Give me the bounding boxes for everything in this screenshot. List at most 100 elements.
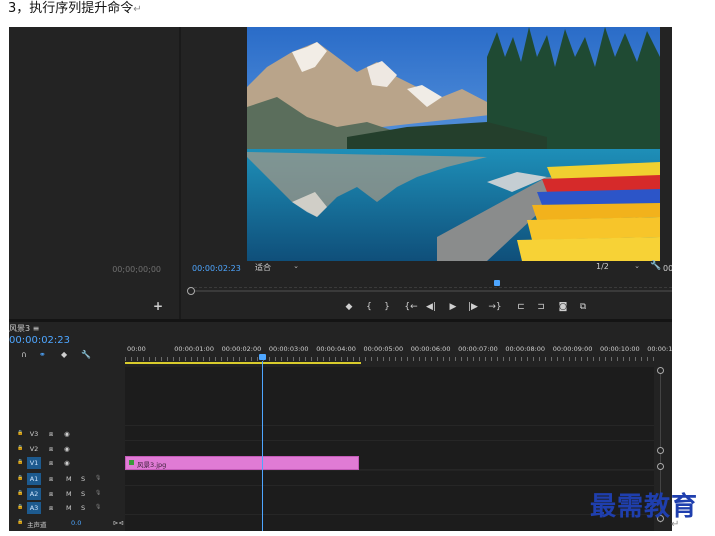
ruler-label: 00:00:02:00 <box>221 345 262 353</box>
timeline-clip[interactable]: 风景3.jpg <box>125 456 359 470</box>
premiere-window: 00;00;00;00 + 00:00:02:23 适合 ⌄ 1/2 ⌄ 🔧 0… <box>9 27 672 531</box>
lock-icon[interactable]: 🔒 <box>17 475 23 481</box>
lock-icon[interactable]: 🔒 <box>17 490 23 496</box>
track-target-a3[interactable]: A3 <box>27 502 41 514</box>
track-target-a1[interactable]: A1 <box>27 473 41 485</box>
sync-lock-icon[interactable]: ⧈ <box>49 430 53 439</box>
mute-button[interactable]: M <box>66 475 72 483</box>
lock-icon[interactable]: 🔒 <box>17 430 23 436</box>
mute-button[interactable]: M <box>66 504 72 512</box>
mark-in-button[interactable]: { <box>361 300 377 314</box>
source-timecode: 00;00;00;00 <box>112 265 161 274</box>
ruler-label: 00:00:07:00 <box>458 345 498 353</box>
program-zoom-scrollbar[interactable] <box>189 290 672 292</box>
timeline-playhead-handle[interactable] <box>259 354 266 360</box>
track-lane-a1[interactable] <box>125 471 654 486</box>
add-marker-button[interactable]: ◆ <box>341 300 357 314</box>
add-button[interactable]: + <box>153 299 163 313</box>
eye-icon[interactable]: ◉ <box>64 445 70 453</box>
lift-button[interactable]: ⊏ <box>513 300 529 314</box>
empty-lane <box>125 367 654 426</box>
track-header-a3[interactable]: 🔒 A3 ⧈ M S 🎙 <box>9 501 123 515</box>
lock-icon[interactable]: 🔒 <box>17 445 23 451</box>
solo-button[interactable]: S <box>81 475 85 483</box>
return-mark: ↵ <box>133 4 142 15</box>
track-lane-v3[interactable] <box>125 426 654 441</box>
timeline-timecode[interactable]: 00:00:02:23 <box>9 335 70 346</box>
export-frame-button[interactable]: ◙ <box>555 300 571 314</box>
scroll-handle-top[interactable] <box>657 367 664 374</box>
step-forward-button[interactable]: |▶ <box>465 300 481 314</box>
sync-lock-icon[interactable]: ⧈ <box>49 459 53 468</box>
clip-label: 风景3.jpg <box>137 461 167 469</box>
timeline-ruler[interactable]: 00:00 00:00:01:00 00:00:02:00 00:00:03:00 00… <box>125 340 672 366</box>
mute-button[interactable]: M <box>66 490 72 498</box>
work-area-bar[interactable] <box>125 362 361 364</box>
wrench-icon[interactable]: 🔧 <box>81 350 91 359</box>
lock-icon[interactable]: 🔒 <box>17 504 23 510</box>
sync-lock-icon[interactable]: ⧈ <box>49 475 53 484</box>
timeline-panel: 风景3 ≡ 00:00:02:23 ∩ ⚭ ◆ 🔧 00:00 00:00:01:… <box>9 322 672 531</box>
program-playhead[interactable] <box>494 280 500 286</box>
track-header-v3[interactable]: 🔒 V3 ⧈ ◉ <box>9 427 123 441</box>
go-to-out-button[interactable]: →} <box>487 300 503 314</box>
track-header-a1[interactable]: 🔒 A1 ⧈ M S 🎙 <box>9 472 123 486</box>
scroll-handle-lower[interactable] <box>657 463 664 470</box>
track-header-v1[interactable]: 🔒 V1 ⧈ ◉ <box>9 456 123 470</box>
step-back-button[interactable]: ◀| <box>423 300 439 314</box>
master-expand-icon[interactable]: ⊳⊲ <box>113 519 124 527</box>
resolution-value: 1/2 <box>596 262 609 271</box>
chevron-down-icon: ⌄ <box>634 262 640 270</box>
track-target-a2[interactable]: A2 <box>27 488 41 500</box>
source-panel: 00;00;00;00 + <box>9 27 181 319</box>
sync-lock-icon[interactable]: ⧈ <box>49 445 53 454</box>
compare-button[interactable]: ⧉ <box>575 300 591 314</box>
ruler-label: 00:00:03:00 <box>268 345 309 353</box>
program-ruler[interactable] <box>189 281 672 288</box>
go-to-in-button[interactable]: {← <box>403 300 419 314</box>
master-volume-value[interactable]: 0.0 <box>71 519 81 527</box>
eye-icon[interactable]: ◉ <box>64 430 70 438</box>
microphone-icon[interactable]: 🎙 <box>95 490 101 496</box>
track-target-v2[interactable]: V2 <box>27 443 41 455</box>
chevron-down-icon: ⌄ <box>293 262 299 270</box>
track-target-v3[interactable]: V3 <box>27 428 41 440</box>
program-video-frame[interactable] <box>247 27 660 261</box>
track-headers: 🔒 V3 ⧈ ◉ 🔒 V2 ⧈ ◉ 🔒 V1 ⧈ ◉ 🔒 A1 ⧈ M S 🎙 🔒 A2 ⧈ M S 🎙 🔒 A3 ⧈ M S 🎙 🔒 主声道… <box>9 363 124 531</box>
track-header-v2[interactable]: 🔒 V2 ⧈ ◉ <box>9 442 123 456</box>
lock-icon[interactable]: 🔒 <box>17 459 23 465</box>
resolution-dropdown[interactable]: 1/2 ⌄ <box>596 262 642 273</box>
scroll-handle-mid[interactable] <box>657 447 664 454</box>
mark-out-button[interactable]: } <box>379 300 395 314</box>
marker-icon[interactable]: ◆ <box>61 350 67 359</box>
ruler-label: 00:00:08:00 <box>505 345 546 353</box>
play-button[interactable]: ▶ <box>445 300 461 314</box>
master-label: 主声道 <box>27 521 47 529</box>
wrench-icon[interactable]: 🔧 <box>650 261 661 271</box>
end-timecode: 00 <box>663 264 672 273</box>
microphone-icon[interactable]: 🎙 <box>95 475 101 481</box>
track-lane-v2[interactable] <box>125 441 654 456</box>
zoom-handle[interactable] <box>187 287 195 295</box>
linked-selection-icon[interactable]: ⚭ <box>39 350 46 359</box>
microphone-icon[interactable]: 🎙 <box>95 504 101 510</box>
fit-dropdown[interactable]: 适合 ⌄ <box>255 262 301 273</box>
track-lane-a2[interactable] <box>125 486 654 501</box>
sync-lock-icon[interactable]: ⧈ <box>49 504 53 513</box>
snap-icon[interactable]: ∩ <box>21 350 27 359</box>
watermark-logo: 最需教育 <box>590 492 699 522</box>
lock-icon[interactable]: 🔒 <box>17 519 23 525</box>
solo-button[interactable]: S <box>81 490 85 498</box>
extract-button[interactable]: ⊐ <box>533 300 549 314</box>
track-lane-a3[interactable] <box>125 500 654 515</box>
lake-landscape-image <box>247 27 660 261</box>
master-track-header[interactable]: 🔒 主声道 0.0 ⊳⊲ <box>9 516 124 530</box>
eye-icon[interactable]: ◉ <box>64 459 70 467</box>
solo-button[interactable]: S <box>81 504 85 512</box>
sequence-tab[interactable]: 风景3 ≡ <box>9 323 39 334</box>
ruler-label: 00:00:06:00 <box>410 345 451 353</box>
track-header-a2[interactable]: 🔒 A2 ⧈ M S 🎙 <box>9 487 123 501</box>
program-timecode[interactable]: 00:00:02:23 <box>192 264 241 273</box>
track-target-v1[interactable]: V1 <box>27 457 41 469</box>
sync-lock-icon[interactable]: ⧈ <box>49 490 53 499</box>
